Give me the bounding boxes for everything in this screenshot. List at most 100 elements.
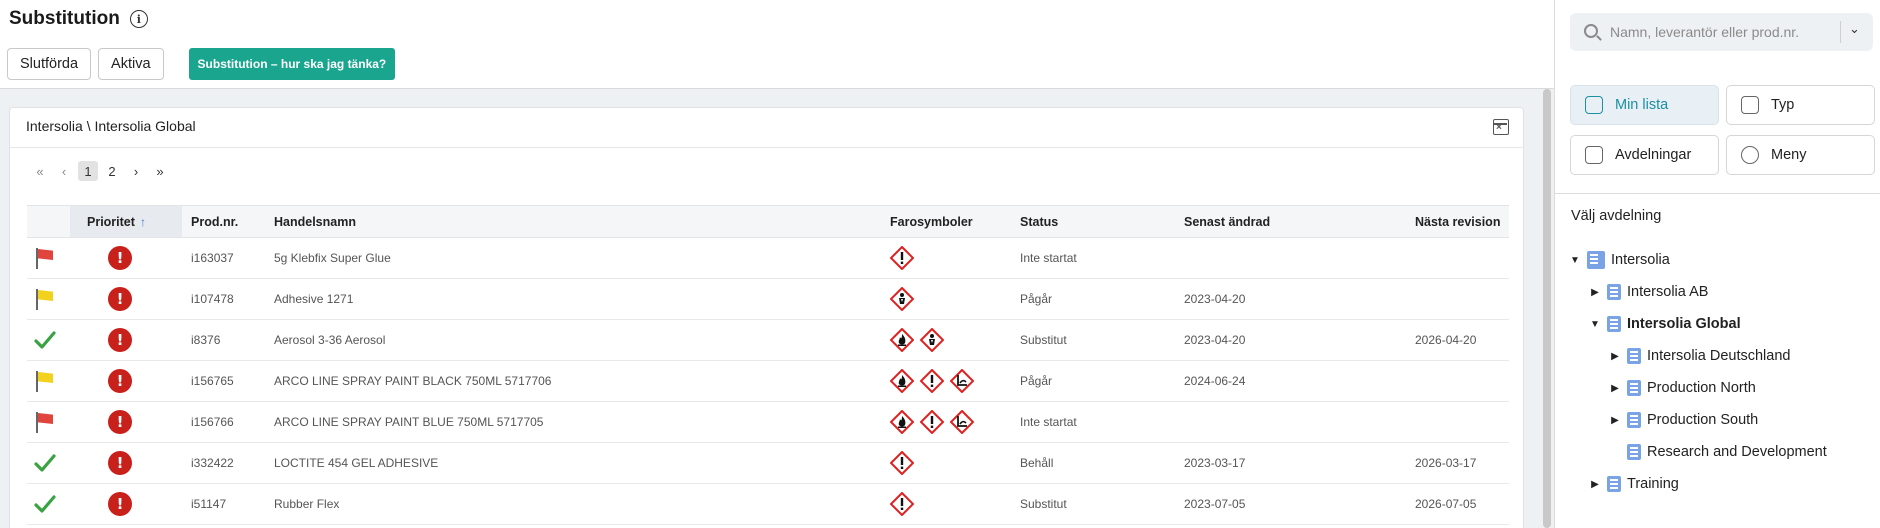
building-icon: [1627, 380, 1641, 396]
excel-export-icon[interactable]: ×: [1493, 119, 1509, 135]
row-state-cell: [33, 320, 57, 360]
last-page-icon[interactable]: »: [150, 161, 170, 181]
environment-hazard-icon: [950, 369, 974, 393]
table-row[interactable]: ! i163037 5g Klebfix Super Glue Inte starta…: [27, 238, 1509, 279]
row-state-cell: [33, 238, 55, 278]
priority-cell: !: [108, 484, 132, 524]
tree-node[interactable]: ▶ Intersolia Deutschland: [1609, 346, 1790, 366]
priority-cell: !: [108, 443, 132, 483]
hazard-symbols-cell: [890, 320, 944, 360]
caret-right-icon[interactable]: ▶: [1589, 287, 1601, 298]
next-page-icon[interactable]: ›: [126, 161, 146, 181]
card-breadcrumb: Intersolia \ Intersolia Global: [26, 118, 196, 134]
page-2-button[interactable]: 2: [102, 161, 122, 181]
column-priority[interactable]: Prioritet ↑: [70, 206, 182, 237]
tree-node-label: Production South: [1647, 412, 1759, 428]
caret-right-icon[interactable]: ▶: [1609, 351, 1621, 362]
tree-node-label: Research and Development: [1647, 444, 1827, 460]
tree-node[interactable]: ▶ Training: [1589, 474, 1679, 494]
building-icon: [1627, 412, 1641, 428]
trade-name-cell[interactable]: Rubber Flex: [274, 484, 339, 524]
search-box[interactable]: Namn, leverantör eller prod.nr. ⌄: [1570, 13, 1873, 51]
table-row[interactable]: ! i332422 LOCTITE 454 GEL ADHESIVE Behåll 20…: [27, 443, 1509, 484]
type-button[interactable]: Typ: [1726, 85, 1875, 125]
info-icon[interactable]: i: [129, 10, 148, 28]
menu-label: Meny: [1771, 147, 1807, 163]
exclamation-hazard-icon: [890, 246, 914, 270]
priority-high-icon: !: [108, 492, 132, 516]
caret-right-icon[interactable]: ▶: [1589, 479, 1601, 490]
trade-name-cell[interactable]: ARCO LINE SPRAY PAINT BLUE 750ML 5717705: [274, 402, 543, 442]
next-revision-cell: 2026-03-17: [1415, 456, 1477, 470]
vertical-scrollbar[interactable]: [1540, 89, 1554, 528]
building-icon: [1627, 444, 1641, 460]
column-prod-nr[interactable]: Prod.nr.: [191, 206, 238, 237]
prod-nr-cell: i332422: [191, 456, 234, 470]
search-separator: [1840, 21, 1841, 43]
hazard-symbols-cell: [890, 279, 914, 319]
completed-button[interactable]: Slutförda: [7, 48, 92, 80]
environment-hazard-icon: [950, 410, 974, 434]
next-revision-cell: 2026-04-20: [1415, 333, 1477, 347]
page-1-button[interactable]: 1: [78, 161, 98, 181]
tree-node[interactable]: ▼ Intersolia: [1569, 250, 1670, 270]
column-hazard-symbols[interactable]: Farosymboler: [890, 206, 973, 237]
priority-high-icon: !: [108, 287, 132, 311]
caret-right-icon[interactable]: ▶: [1609, 383, 1621, 394]
tree-node[interactable]: ▼ Intersolia Global: [1589, 314, 1741, 334]
table-row[interactable]: ! i156765 ARCO LINE SPRAY PAINT BLACK 750M…: [27, 361, 1509, 402]
red-flag-icon: [33, 411, 55, 433]
tree-node[interactable]: ▶ Production North: [1609, 378, 1756, 398]
table-row[interactable]: ! i156766 ARCO LINE SPRAY PAINT BLUE 750ML…: [27, 402, 1509, 443]
prod-nr-cell: i156766: [191, 415, 234, 429]
table-header: Prioritet ↑ Prod.nr. Handelsnamn Farosym…: [27, 205, 1509, 238]
chevron-down-icon[interactable]: ⌄: [1849, 21, 1860, 37]
trade-name-cell[interactable]: Aerosol 3-36 Aerosol: [274, 320, 385, 360]
prod-nr-cell: i51147: [191, 497, 227, 511]
prod-nr-cell: i156765: [191, 374, 234, 388]
page-title: Substitution i: [9, 8, 148, 30]
my-list-button[interactable]: Min lista: [1570, 85, 1719, 125]
search-input[interactable]: Namn, leverantör eller prod.nr.: [1610, 24, 1799, 40]
trade-name-cell[interactable]: 5g Klebfix Super Glue: [274, 238, 391, 278]
table-row[interactable]: ! i8376 Aerosol 3-36 Aerosol Substitut 2023-…: [27, 320, 1509, 361]
column-next-revision[interactable]: Nästa revision: [1415, 206, 1500, 237]
table-row[interactable]: ! i107478 Adhesive 1271 Pågår 2023-04-20: [27, 279, 1509, 320]
substitution-guide-button[interactable]: Substitution – hur ska jag tänka?: [188, 48, 396, 80]
status-cell: Pågår: [1020, 374, 1053, 388]
row-state-cell: [33, 361, 55, 401]
flame-hazard-icon: [890, 369, 914, 393]
tree-node[interactable]: ▶ Production South: [1609, 410, 1758, 430]
hazard-symbols-cell: [890, 402, 974, 442]
tree-node[interactable]: ▶ Intersolia AB: [1589, 282, 1708, 302]
prod-nr-cell: i163037: [191, 251, 234, 265]
menu-grid-icon: [1741, 146, 1759, 164]
trade-name-cell[interactable]: LOCTITE 454 GEL ADHESIVE: [274, 443, 438, 483]
trade-name-cell[interactable]: ARCO LINE SPRAY PAINT BLACK 750ML 571770…: [274, 361, 551, 401]
active-button[interactable]: Aktiva: [98, 48, 164, 80]
menu-button[interactable]: Meny: [1726, 135, 1875, 175]
column-trade-name[interactable]: Handelsnamn: [274, 206, 356, 237]
column-last-changed[interactable]: Senast ändrad: [1184, 206, 1270, 237]
priority-high-icon: !: [108, 410, 132, 434]
exclamation-hazard-icon: [920, 410, 944, 434]
trade-name-cell[interactable]: Adhesive 1271: [274, 279, 353, 319]
column-priority-label: Prioritet: [87, 214, 135, 229]
priority-high-icon: !: [108, 369, 132, 393]
tree-node[interactable]: Research and Development: [1609, 442, 1827, 462]
flame-hazard-icon: [890, 410, 914, 434]
first-page-icon[interactable]: «: [30, 161, 50, 181]
tree-node-label: Intersolia Global: [1627, 316, 1741, 332]
pagination: « ‹ 1 2 › »: [30, 161, 170, 181]
caret-down-icon[interactable]: ▼: [1589, 319, 1601, 330]
departments-button[interactable]: Avdelningar: [1570, 135, 1719, 175]
scrollbar-thumb[interactable]: [1543, 89, 1551, 528]
search-icon: [1584, 24, 1598, 38]
app: Substitution i Slutförda Aktiva Substitu…: [0, 0, 1880, 528]
prev-page-icon[interactable]: ‹: [54, 161, 74, 181]
list-icon: [1585, 96, 1603, 114]
caret-down-icon[interactable]: ▼: [1569, 255, 1581, 266]
column-status[interactable]: Status: [1020, 206, 1058, 237]
table-row[interactable]: ! i51147 Rubber Flex Substitut 2023-07-05 202…: [27, 484, 1509, 525]
caret-right-icon[interactable]: ▶: [1609, 415, 1621, 426]
